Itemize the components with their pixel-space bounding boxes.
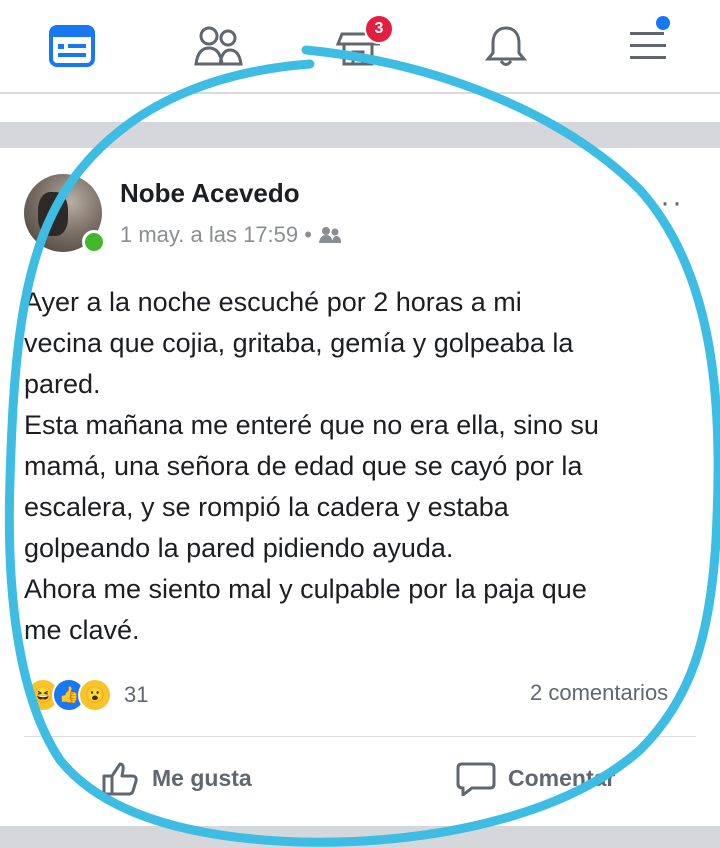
comment-button[interactable]: Comentar <box>456 760 615 796</box>
comments-count-link[interactable]: 2 comentarios <box>530 680 668 706</box>
bell-icon <box>484 26 528 66</box>
reaction-count: 31 <box>124 682 149 707</box>
reactions-summary[interactable]: 😆 👍 😮 31 <box>26 678 148 712</box>
feed-separator-bottom <box>0 826 720 848</box>
menu-icon <box>630 32 666 59</box>
post-meta: 1 may. a las 17:59 • <box>120 222 342 248</box>
wow-reaction-icon: 😮 <box>78 678 112 712</box>
online-status-indicator <box>82 230 106 254</box>
like-button[interactable]: Me gusta <box>100 760 252 796</box>
post-timestamp[interactable]: 1 may. a las 17:59 • <box>120 222 312 248</box>
top-navigation-bar: 3 <box>0 0 720 92</box>
news-feed-icon <box>49 25 95 67</box>
post-author-name[interactable]: Nobe Acevedo <box>120 178 300 209</box>
feed-separator <box>0 122 720 148</box>
friends-icon <box>194 26 243 66</box>
like-button-label: Me gusta <box>152 764 252 791</box>
nav-divider <box>0 92 720 94</box>
comment-icon <box>456 762 496 796</box>
post-card: Nobe Acevedo 1 may. a las 17:59 • ··· Ay… <box>0 148 720 826</box>
post-text: Ayer a la noche escuché por 2 horas a mi… <box>24 287 599 645</box>
menu-notification-dot <box>656 16 670 30</box>
thumbs-up-icon <box>102 762 138 796</box>
actions-divider <box>24 736 696 737</box>
friends-tab[interactable] <box>190 18 246 74</box>
news-feed-tab[interactable] <box>44 18 100 74</box>
post-options-button[interactable]: ··· <box>648 186 684 220</box>
notifications-tab[interactable] <box>478 18 534 74</box>
friends-audience-icon <box>318 227 341 243</box>
comment-button-label: Comentar <box>508 764 616 791</box>
marketplace-notification-badge: 3 <box>364 14 394 44</box>
